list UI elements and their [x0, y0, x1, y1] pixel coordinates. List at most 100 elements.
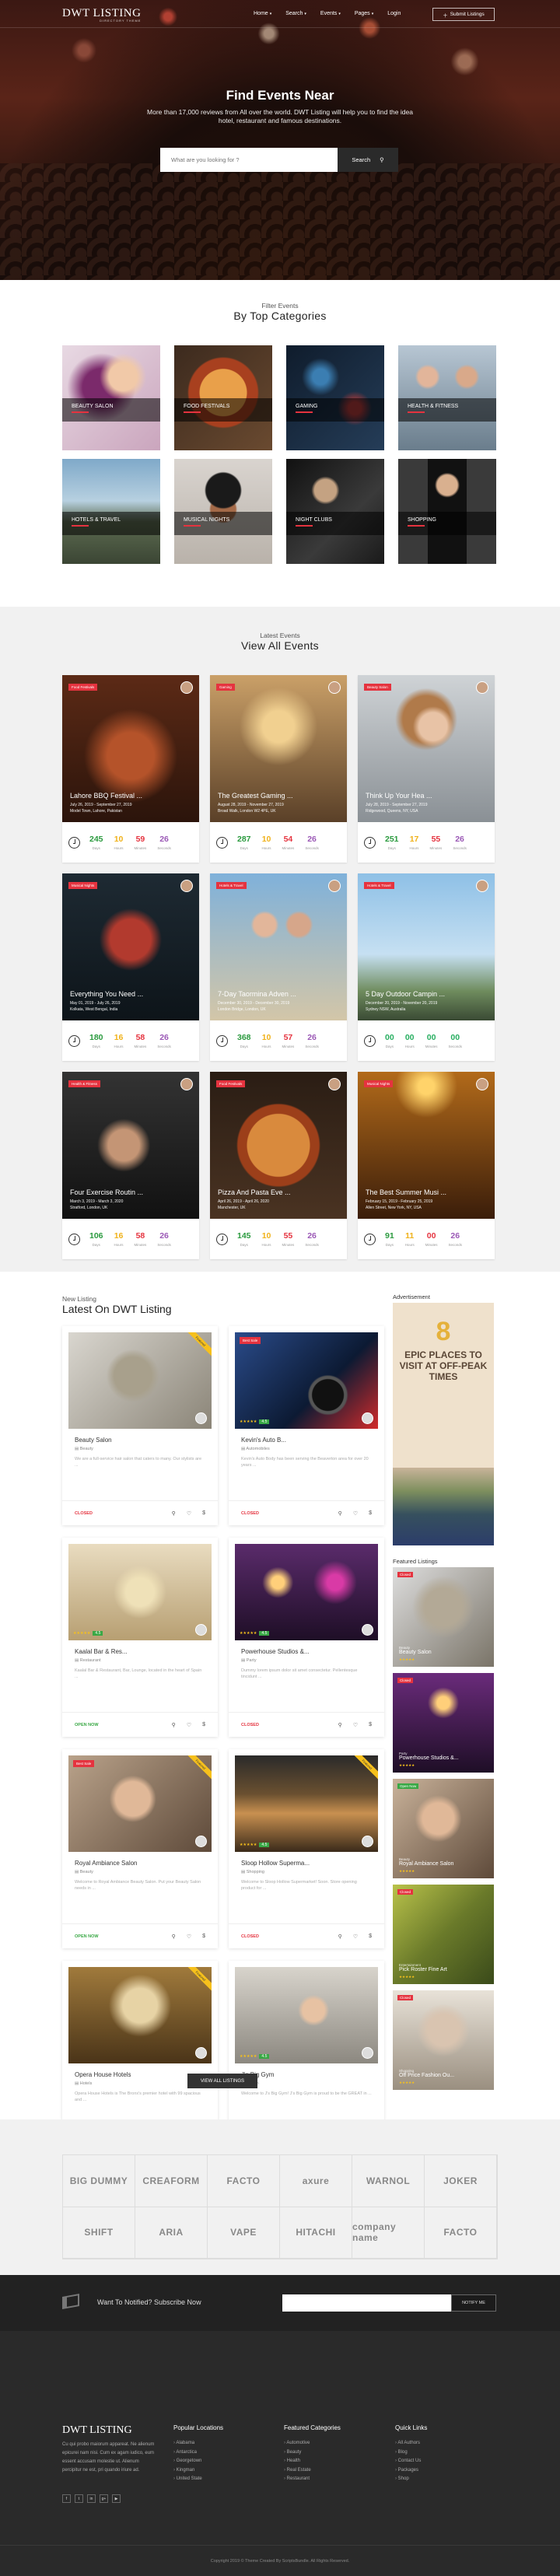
price-icon[interactable]: $ — [202, 1722, 205, 1727]
brand-logo[interactable]: BIG DUMMY — [63, 2155, 135, 2207]
footer-logo[interactable]: DWT LISTING — [62, 2424, 132, 2437]
menu-item-events[interactable]: Events ▾ — [320, 11, 341, 16]
footer-link[interactable]: Beauty — [284, 2448, 341, 2458]
price-icon[interactable]: $ — [369, 1510, 372, 1516]
footer-link[interactable]: Blog — [395, 2448, 427, 2458]
location-pin-icon[interactable]: ⚲ — [338, 1934, 342, 1940]
twitter-icon[interactable]: t — [75, 2494, 83, 2503]
avatar[interactable] — [362, 1624, 373, 1636]
event-card[interactable]: Musical Nights The Best Summer Musi ... F… — [358, 1072, 495, 1259]
brand-logo[interactable]: FACTO — [425, 2207, 497, 2259]
brand-logo[interactable]: JOKER — [425, 2155, 497, 2207]
brand-logo[interactable]: ARIA — [135, 2207, 208, 2259]
avatar[interactable] — [195, 1624, 207, 1636]
footer-link[interactable]: Health — [284, 2457, 341, 2466]
footer-link[interactable]: Alabama — [173, 2439, 223, 2448]
category-hotels-travel[interactable]: HOTELS & TRAVEL — [62, 459, 160, 564]
heart-icon[interactable]: ♡ — [187, 1510, 191, 1517]
menu-item-home[interactable]: Home ▾ — [254, 11, 271, 16]
category-night-clubs[interactable]: NIGHT CLUBS — [286, 459, 384, 564]
featured-listing-card[interactable]: Closed Shopping Off Price Fashion Ou... ★★… — [393, 1990, 494, 2090]
listing-card[interactable]: ★★★★★ 4.5 Powerhouse Studios &... ▤ Party… — [229, 1538, 384, 1737]
heart-icon[interactable]: ♡ — [187, 1934, 191, 1940]
heart-icon[interactable]: ♡ — [353, 1722, 358, 1728]
google-plus-icon[interactable]: g+ — [100, 2494, 108, 2503]
menu-item-login[interactable]: Login — [387, 11, 401, 16]
event-card[interactable]: Beauty Salon Think Up Your Hea ... July 2… — [358, 675, 495, 863]
footer-link[interactable]: Restaurant — [284, 2475, 341, 2484]
brand-logo[interactable]: SHIFT — [63, 2207, 135, 2259]
avatar[interactable] — [362, 1836, 373, 1847]
footer-link[interactable]: All Authors — [395, 2439, 427, 2448]
event-card[interactable]: Food Festivals Pizza And Pasta Eve ... Ap… — [210, 1072, 347, 1259]
brand-logo[interactable]: VAPE — [208, 2207, 280, 2259]
category-food-festivals[interactable]: FOOD FESTIVALS — [174, 345, 272, 450]
avatar[interactable] — [195, 1836, 207, 1847]
brand-logo[interactable]: axure — [280, 2155, 352, 2207]
avatar[interactable] — [362, 1412, 373, 1424]
featured-listing-card[interactable]: Closed Party Powerhouse Studios &... ★★★★★ — [393, 1673, 494, 1773]
listing-card[interactable]: Featured Beauty Salon ▤ Beauty We are a … — [62, 1326, 218, 1525]
footer-link[interactable]: Packages — [395, 2466, 427, 2476]
featured-listing-card[interactable]: Closed Entertainment Pick Roster Fine Art… — [393, 1885, 494, 1984]
youtube-icon[interactable]: ▶ — [112, 2494, 121, 2503]
listing-card[interactable]: Featured ★★★★★ 4.5 Sloop Hollow Superma..… — [229, 1749, 384, 1948]
listing-title[interactable]: Kevin's Auto B... — [241, 1437, 384, 1444]
category-musical-nights[interactable]: MUSICAL NIGHTS — [174, 459, 272, 564]
category-gaming[interactable]: GAMING — [286, 345, 384, 450]
location-pin-icon[interactable]: ⚲ — [172, 1510, 176, 1517]
avatar[interactable] — [195, 2047, 207, 2059]
location-pin-icon[interactable]: ⚲ — [172, 1934, 176, 1940]
menu-item-pages[interactable]: Pages ▾ — [355, 11, 373, 16]
footer-link[interactable]: Kingman — [173, 2466, 223, 2476]
price-icon[interactable]: $ — [202, 1510, 205, 1516]
event-card[interactable]: Health & Fitness Four Exercise Routin ..… — [62, 1072, 199, 1259]
listing-card[interactable]: Featured Best Sale Royal Ambiance Salon … — [62, 1749, 218, 1948]
brand-logo[interactable]: CREAFORM — [135, 2155, 208, 2207]
event-card[interactable]: Hotels & Travel 7-Day Taormina Adven ...… — [210, 873, 347, 1061]
price-icon[interactable]: $ — [202, 1934, 205, 1939]
avatar[interactable] — [362, 2047, 373, 2059]
category-health-fitness[interactable]: HEALTH & FITNESS — [398, 345, 496, 450]
location-pin-icon[interactable]: ⚲ — [172, 1722, 176, 1728]
event-card[interactable]: Musical Nights Everything You Need ... Ma… — [62, 873, 199, 1061]
footer-link[interactable]: Real Estate — [284, 2466, 341, 2476]
category-beauty-salon[interactable]: BEAUTY SALON — [62, 345, 160, 450]
search-button[interactable]: Search ⚲ — [338, 148, 398, 172]
menu-item-search[interactable]: Search ▾ — [285, 11, 306, 16]
listing-title[interactable]: Powerhouse Studios &... — [241, 1648, 384, 1655]
brand-logo[interactable]: WARNOL — [352, 2155, 425, 2207]
footer-link[interactable]: Contact Us — [395, 2457, 427, 2466]
event-card[interactable]: Hotels & Travel 5 Day Outdoor Campin ...… — [358, 873, 495, 1061]
location-pin-icon[interactable]: ⚲ — [338, 1510, 342, 1517]
view-all-listings-button[interactable]: VIEW ALL LISTINGS — [187, 2074, 257, 2088]
linkedin-icon[interactable]: in — [87, 2494, 96, 2503]
heart-icon[interactable]: ♡ — [187, 1722, 191, 1728]
brand-logo[interactable]: company name — [352, 2207, 425, 2259]
search-input[interactable] — [160, 148, 338, 172]
heart-icon[interactable]: ♡ — [353, 1934, 358, 1940]
facebook-icon[interactable]: f — [62, 2494, 71, 2503]
subscribe-email-input[interactable] — [282, 2294, 451, 2312]
footer-link[interactable]: Antarctica — [173, 2448, 223, 2458]
listing-title[interactable]: Beauty Salon — [75, 1437, 218, 1444]
listing-title[interactable]: Royal Ambiance Salon — [75, 1860, 218, 1867]
event-card[interactable]: Food Festivals Lahore BBQ Festival ... Ju… — [62, 675, 199, 863]
listing-title[interactable]: Sloop Hollow Superma... — [241, 1860, 384, 1867]
listing-card[interactable]: ★★★★★ 4.5 Kaalal Bar & Res... ▤ Restauran… — [62, 1538, 218, 1737]
footer-link[interactable]: Automotive — [284, 2439, 341, 2448]
category-shopping[interactable]: SHOPPING — [398, 459, 496, 564]
heart-icon[interactable]: ♡ — [353, 1510, 358, 1517]
advertisement-banner[interactable]: 8 EPIC PLACES TO VISIT AT OFF-PEAK TIMES — [393, 1303, 494, 1545]
location-pin-icon[interactable]: ⚲ — [338, 1722, 342, 1728]
listing-card[interactable]: Best Sale ★★★★★ 4.5 Kevin's Auto B... ▤ A… — [229, 1326, 384, 1525]
featured-listing-card[interactable]: Open Now Beauty Royal Ambiance Salon ★★★★★ — [393, 1779, 494, 1878]
site-logo[interactable]: DWT LISTING DIRECTORY THEME — [62, 7, 141, 23]
submit-listing-button[interactable]: ＋ Submit Listings — [432, 8, 495, 21]
price-icon[interactable]: $ — [369, 1934, 372, 1939]
footer-link[interactable]: Georgetown — [173, 2457, 223, 2466]
listing-title[interactable]: J's Big Gym — [241, 2071, 384, 2078]
featured-listing-card[interactable]: Closed Beauty Beauty Salon ★★★★★ — [393, 1567, 494, 1667]
footer-link[interactable]: Shop — [395, 2475, 427, 2484]
event-card[interactable]: Gaming The Greatest Gaming ... August 28,… — [210, 675, 347, 863]
